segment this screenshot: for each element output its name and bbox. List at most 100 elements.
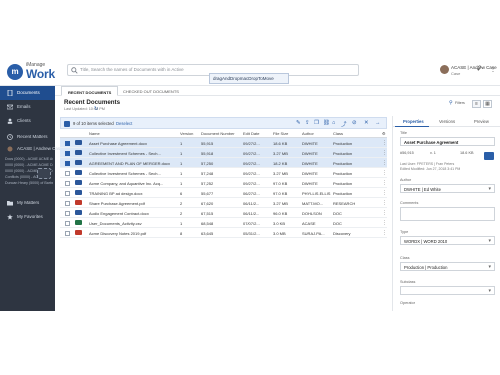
title-field[interactable]: Asset Purchase Agreement: [400, 137, 495, 146]
document-name[interactable]: Audio Engagement Contract.docx: [89, 211, 177, 216]
table-row[interactable]: Acme Company, and Aquantive Inc. Acq... 1…: [60, 178, 387, 188]
file-size: 3.27 MB: [273, 201, 288, 206]
table-row[interactable]: User_Documents_Activity.csv 1 68,548 07/07/…: [60, 218, 387, 228]
copy-icon[interactable]: ❐: [314, 120, 319, 126]
row-checkbox[interactable]: [65, 220, 70, 226]
document-name[interactable]: TRAINING BP ad design.docx: [89, 191, 177, 196]
sidebar-sub-item[interactable]: 0000 (0000) - ACME ACME D.: [5, 163, 53, 167]
word-file-icon: [75, 180, 82, 185]
edit-date: 09/27/2...: [243, 181, 260, 186]
row-checkbox[interactable]: [65, 150, 70, 156]
close-icon[interactable]: ✕: [364, 120, 369, 126]
document-number: 55,915: [201, 141, 214, 146]
sidebar-item-my-favorites[interactable]: My Favorites: [0, 210, 55, 224]
file-size: 97.0 KB: [273, 191, 288, 196]
table-row[interactable]: Collective Investment Schemes - Sech... 1…: [60, 168, 387, 178]
tab-versions[interactable]: Versions: [439, 119, 455, 124]
tab-properties[interactable]: Properties: [403, 119, 424, 124]
grid-view-icon[interactable]: ▦: [483, 100, 492, 108]
document-name[interactable]: Share Purchase Agreement.pdf: [89, 201, 177, 206]
sidebar-item-my-matters[interactable]: My Matters: [0, 196, 55, 210]
row-more-icon[interactable]: ⋮: [382, 220, 387, 226]
file-size: 97.0 KB: [273, 181, 288, 186]
document-name[interactable]: Acme Discovery Notes 2019.pdf: [89, 231, 177, 236]
sidebar-item-user[interactable]: ACASE | Andrew Case: [0, 142, 63, 156]
document-name[interactable]: Acme Company, and Aquantive Inc. Acq...: [89, 181, 177, 186]
row-checkbox[interactable]: [65, 140, 70, 146]
table-row[interactable]: Collective Investment Schemes - Sech... 1…: [60, 148, 387, 158]
more-icon[interactable]: ⋮: [490, 66, 496, 73]
refresh-icon[interactable]: ↻: [94, 106, 98, 112]
column-edit-date[interactable]: Edit Date: [243, 131, 259, 136]
row-more-icon[interactable]: ⋮: [382, 210, 387, 216]
table-row[interactable]: Acme Discovery Notes 2019.pdf 8 63,645 05/3…: [60, 228, 387, 238]
table-row[interactable]: Share Purchase Agreement.pdf 2 67,620 06/11…: [60, 198, 387, 208]
link-icon[interactable]: ⛓: [323, 120, 330, 126]
filters-label[interactable]: Filters: [455, 101, 465, 105]
author-cell: DWHITE: [302, 161, 318, 166]
row-more-icon[interactable]: ⋮: [382, 140, 387, 146]
forward-icon[interactable]: →: [375, 120, 381, 126]
table-row[interactable]: AGREEMENT AND PLAN OF MERGER.docx 1 57,250…: [60, 158, 387, 168]
document-version: 1: [180, 181, 183, 186]
sidebar-item-clients[interactable]: Clients: [0, 114, 55, 128]
row-checkbox[interactable]: [65, 160, 70, 166]
document-name[interactable]: AGREEMENT AND PLAN OF MERGER.docx: [89, 161, 177, 166]
tab-preview[interactable]: Preview: [474, 119, 489, 124]
sidebar-sub-item[interactable]: Duncan Heary (5000) of Barber: [5, 181, 53, 185]
subclass-select[interactable]: ▾: [400, 286, 495, 295]
row-more-icon[interactable]: ⋮: [382, 190, 387, 196]
settings-icon[interactable]: ⚙: [382, 131, 386, 136]
type-select[interactable]: WORDX | WORD 2010 ▾: [400, 236, 495, 245]
row-checkbox[interactable]: [65, 180, 70, 186]
column-class[interactable]: Class: [333, 131, 343, 136]
table-row[interactable]: Audio Engagement Contract.docx 2 67,515 06/…: [60, 208, 387, 218]
open-button[interactable]: [484, 152, 494, 160]
sidebar-item-documents[interactable]: Documents: [0, 86, 55, 100]
sidebar-item-emails[interactable]: Emails: [0, 100, 55, 114]
move-icon[interactable]: ⤴: [341, 120, 347, 128]
column-file-size[interactable]: File Size: [273, 131, 288, 136]
filter-icon[interactable]: ⚲: [449, 100, 453, 106]
comments-field[interactable]: [400, 207, 495, 221]
tag-icon[interactable]: ⌂: [332, 120, 335, 126]
row-more-icon[interactable]: ⋮: [382, 200, 387, 206]
tab-recent-documents[interactable]: RECENT DOCUMENTS: [61, 86, 119, 96]
share-icon[interactable]: ⇪: [305, 120, 310, 126]
row-checkbox[interactable]: [65, 210, 70, 216]
author-select[interactable]: DWHITE | Ed White ▾: [400, 184, 495, 193]
help-icon[interactable]: ?: [478, 66, 481, 72]
delete-icon[interactable]: ⊘: [352, 120, 357, 126]
edit-icon[interactable]: ✎: [296, 120, 301, 126]
edit-date: 07/07/2...: [243, 221, 260, 226]
row-more-icon[interactable]: ⋮: [382, 150, 387, 156]
sidebar-sub-item[interactable]: Docs (0000) - ACME ACME ACME: [5, 157, 53, 161]
row-more-icon[interactable]: ⋮: [382, 180, 387, 186]
row-checkbox[interactable]: [65, 200, 70, 206]
select-all-checkbox[interactable]: [64, 120, 70, 127]
tab-checked-out-documents[interactable]: CHECKED OUT DOCUMENTS: [117, 86, 185, 96]
column-document-number[interactable]: Document Number: [201, 131, 235, 136]
column-author[interactable]: Author: [302, 131, 314, 136]
deselect-link[interactable]: Deselect: [116, 121, 132, 126]
class-select[interactable]: Production | Production ▾: [400, 262, 495, 271]
row-more-icon[interactable]: ⋮: [382, 230, 387, 236]
app-logo[interactable]: m iManage Work: [7, 61, 65, 83]
document-name[interactable]: User_Documents_Activity.csv: [89, 221, 177, 226]
table-row[interactable]: Asset Purchase Agreement.docx 1 55,915 09/2…: [60, 138, 387, 148]
table-row[interactable]: TRAINING BP ad design.docx 6 55,677 06/27/2…: [60, 188, 387, 198]
document-name[interactable]: Collective Investment Schemes - Sech...: [89, 151, 177, 156]
list-view-icon[interactable]: ≡: [472, 100, 481, 108]
row-checkbox[interactable]: [65, 230, 70, 236]
column-version[interactable]: Version: [180, 131, 193, 136]
row-more-icon[interactable]: ⋮: [382, 160, 387, 166]
document-name[interactable]: Asset Purchase Agreement.docx: [89, 141, 177, 146]
row-more-icon[interactable]: ⋮: [382, 170, 387, 176]
selection-toolbar: 9 of 10 items selected Deselect ✎ ⇪ ❐ ⛓ …: [60, 117, 387, 129]
drag-drop-target[interactable]: [37, 168, 51, 179]
row-checkbox[interactable]: [65, 170, 70, 176]
row-checkbox[interactable]: [65, 190, 70, 196]
column-name[interactable]: Name: [89, 131, 100, 136]
author-cell: ACASE: [302, 221, 316, 226]
document-name[interactable]: Collective Investment Schemes - Sech...: [89, 171, 177, 176]
